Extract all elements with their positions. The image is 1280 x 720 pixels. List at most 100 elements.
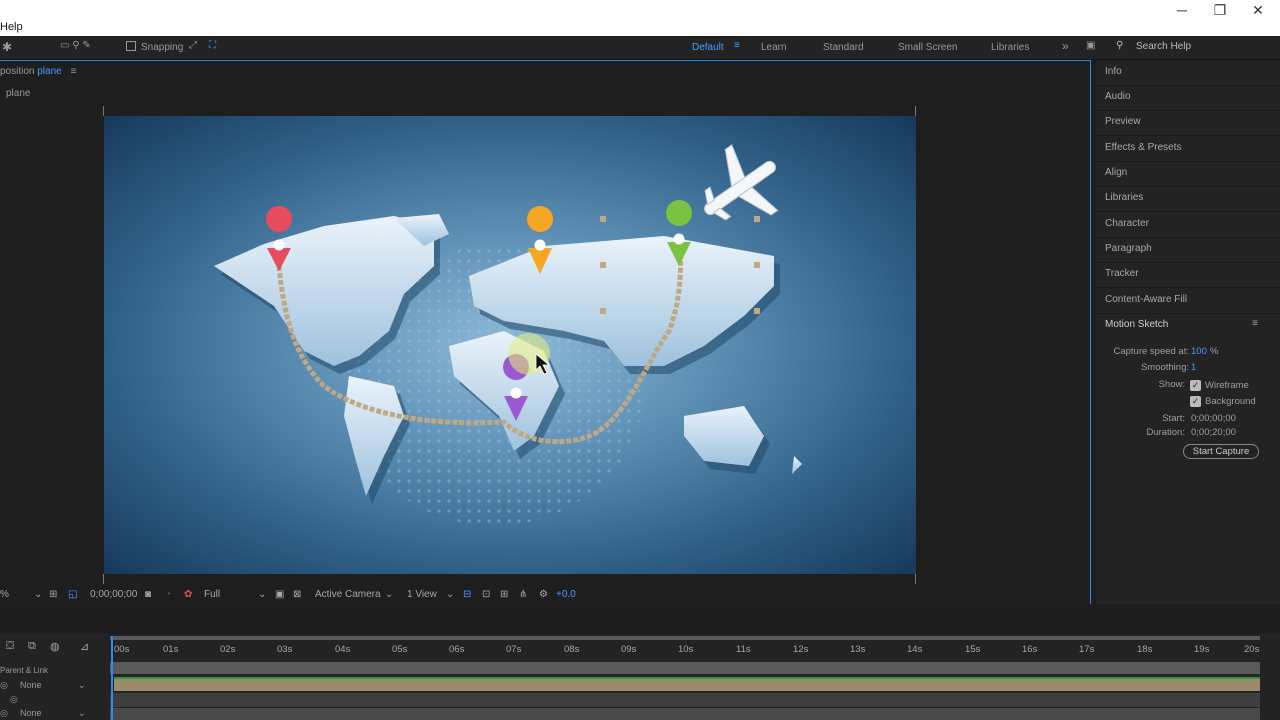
- composition-tab-prefix: position: [0, 66, 35, 77]
- more-workspaces-icon[interactable]: »: [1062, 39, 1069, 53]
- divider: [1096, 313, 1280, 314]
- work-area-bar[interactable]: [110, 636, 1260, 640]
- snapping-checkbox[interactable]: [126, 41, 136, 51]
- graph-editor-icon[interactable]: ⊿: [80, 640, 89, 653]
- snap-features-icon[interactable]: ⛶: [209, 40, 216, 51]
- parent-select-1[interactable]: None: [20, 680, 42, 690]
- show-snapshot-icon[interactable]: ◔: [165, 589, 171, 600]
- region-of-interest-icon[interactable]: ▣: [275, 589, 284, 600]
- tick-label: 02s: [220, 644, 236, 655]
- search-icon[interactable]: ⚲: [1116, 40, 1123, 51]
- panel-content-aware-fill[interactable]: Content-Aware Fill: [1105, 294, 1187, 305]
- layer-track[interactable]: [110, 662, 1260, 674]
- background-checkbox[interactable]: ✓: [1190, 396, 1201, 407]
- pickwhip-icon[interactable]: ◎: [10, 694, 18, 705]
- divider: [1096, 262, 1280, 263]
- pickwhip-icon[interactable]: ◎: [0, 680, 8, 691]
- panel-preview[interactable]: Preview: [1105, 116, 1141, 127]
- smoothing-value[interactable]: 1: [1191, 362, 1196, 373]
- snap-edges-icon[interactable]: ⤢: [189, 40, 197, 51]
- panel-effects-presets[interactable]: Effects & Presets: [1105, 142, 1182, 153]
- timeline-icon[interactable]: ⊞: [500, 589, 508, 600]
- draft-3d-icon[interactable]: ⧉: [28, 640, 36, 653]
- sync-settings-icon[interactable]: ▣: [1086, 40, 1095, 51]
- workspace-learn[interactable]: Learn: [761, 42, 787, 53]
- tick-label: 03s: [277, 644, 293, 655]
- workspace-small-screen[interactable]: Small Screen: [898, 42, 957, 53]
- composition-viewer[interactable]: [104, 116, 916, 574]
- panel-menu-icon[interactable]: ≡: [71, 66, 77, 77]
- layer-duration-bar[interactable]: [114, 677, 1260, 691]
- chevron-down-icon[interactable]: ⌄: [258, 589, 266, 600]
- composition-tab[interactable]: position plane ≡: [0, 66, 76, 77]
- channel-icon[interactable]: ✿: [184, 589, 192, 600]
- start-capture-button[interactable]: Start Capture: [1183, 444, 1259, 459]
- divider: [1096, 110, 1280, 111]
- toggle-mask-icon[interactable]: ⊞: [49, 589, 57, 600]
- restore-icon[interactable]: ❐: [1210, 2, 1230, 19]
- guide-mark: [103, 106, 104, 116]
- time-ruler[interactable]: 00s 01s 02s 03s 04s 05s 06s 07s 08s 09s …: [110, 634, 1262, 660]
- snapping-label: Snapping: [141, 42, 184, 53]
- motion-sketch-title[interactable]: Motion Sketch: [1105, 319, 1168, 330]
- workspace-libraries[interactable]: Libraries: [991, 42, 1029, 53]
- resolution-select[interactable]: Full: [204, 589, 220, 600]
- tick-label: 19s: [1194, 644, 1210, 655]
- tool-group-icon[interactable]: ▭ ⚲ ✎: [60, 40, 91, 51]
- capture-speed-label: Capture speed at:: [1113, 346, 1189, 357]
- snapshot-icon[interactable]: ◙: [145, 589, 151, 600]
- layer-track[interactable]: [110, 708, 1260, 720]
- tick-label: 04s: [335, 644, 351, 655]
- menu-help[interactable]: Help: [0, 21, 23, 33]
- pixel-aspect-icon[interactable]: ⊟: [463, 589, 471, 600]
- panel-character[interactable]: Character: [1105, 218, 1149, 229]
- current-time[interactable]: 0;00;00;00: [90, 589, 137, 600]
- panel-align[interactable]: Align: [1105, 167, 1127, 178]
- viewer-controls: % ⌄ ⊞ ◱ 0;00;00;00 ◙ ◔ ✿ Full ⌄ ▣ ⊠ Acti…: [0, 585, 1090, 605]
- search-help-input[interactable]: Search Help: [1136, 41, 1191, 52]
- workspace-standard[interactable]: Standard: [823, 42, 864, 53]
- flowchart-icon[interactable]: ⋔: [519, 589, 527, 600]
- transparency-toggle-icon[interactable]: ⊠: [293, 589, 301, 600]
- panel-paragraph[interactable]: Paragraph: [1105, 243, 1152, 254]
- minimize-icon[interactable]: ─: [1172, 2, 1192, 18]
- panel-info[interactable]: Info: [1105, 66, 1122, 77]
- wireframe-checkbox[interactable]: ✓: [1190, 380, 1201, 391]
- transparency-grid-icon[interactable]: ◱: [68, 589, 77, 600]
- chevron-down-icon[interactable]: ⌄: [34, 589, 42, 600]
- chevron-down-icon[interactable]: ⌄: [78, 680, 86, 691]
- chevron-down-icon[interactable]: ⌄: [385, 589, 393, 600]
- magnification-select[interactable]: %: [0, 589, 9, 600]
- exposure-value[interactable]: +0.0: [556, 589, 576, 600]
- show-label: Show:: [1158, 379, 1185, 390]
- current-time-indicator[interactable]: [111, 636, 113, 720]
- panel-audio[interactable]: Audio: [1105, 91, 1131, 102]
- camera-select[interactable]: Active Camera: [315, 589, 381, 600]
- exposure-reset-icon[interactable]: ⚙: [539, 589, 548, 600]
- layer-track[interactable]: [110, 693, 1260, 707]
- panel-libraries[interactable]: Libraries: [1105, 192, 1143, 203]
- composition-breadcrumb[interactable]: plane: [6, 88, 30, 99]
- workspace-default[interactable]: Default: [692, 42, 724, 53]
- motion-blur-icon[interactable]: ◍: [50, 640, 60, 653]
- pin-tool-icon[interactable]: ✱: [2, 40, 12, 54]
- parent-select-2[interactable]: None: [20, 708, 42, 718]
- background-label: Background: [1205, 396, 1256, 407]
- chevron-down-icon[interactable]: ⌄: [78, 708, 86, 719]
- capture-speed-value[interactable]: 100: [1191, 346, 1207, 357]
- chevron-down-icon[interactable]: ⌄: [446, 589, 454, 600]
- close-icon[interactable]: ✕: [1248, 2, 1268, 19]
- right-panels: Info Audio Preview Effects & Presets Ali…: [1096, 60, 1280, 604]
- workspace-menu-icon[interactable]: ≡: [734, 40, 740, 51]
- panel-tracker[interactable]: Tracker: [1105, 268, 1139, 279]
- panel-menu-icon[interactable]: ≡: [1252, 318, 1258, 329]
- new-zealand: [792, 456, 802, 474]
- pickwhip-icon[interactable]: ◎: [0, 708, 8, 719]
- view-layout-select[interactable]: 1 View: [407, 589, 437, 600]
- tick-label: 20s: [1244, 644, 1260, 655]
- duration-value: 0;00;20;00: [1191, 427, 1236, 438]
- composition-mini-flowchart-icon[interactable]: ⛋: [6, 640, 14, 653]
- fast-preview-icon[interactable]: ⊡: [482, 589, 490, 600]
- divider: [1096, 211, 1280, 212]
- guide-mark: [103, 574, 104, 584]
